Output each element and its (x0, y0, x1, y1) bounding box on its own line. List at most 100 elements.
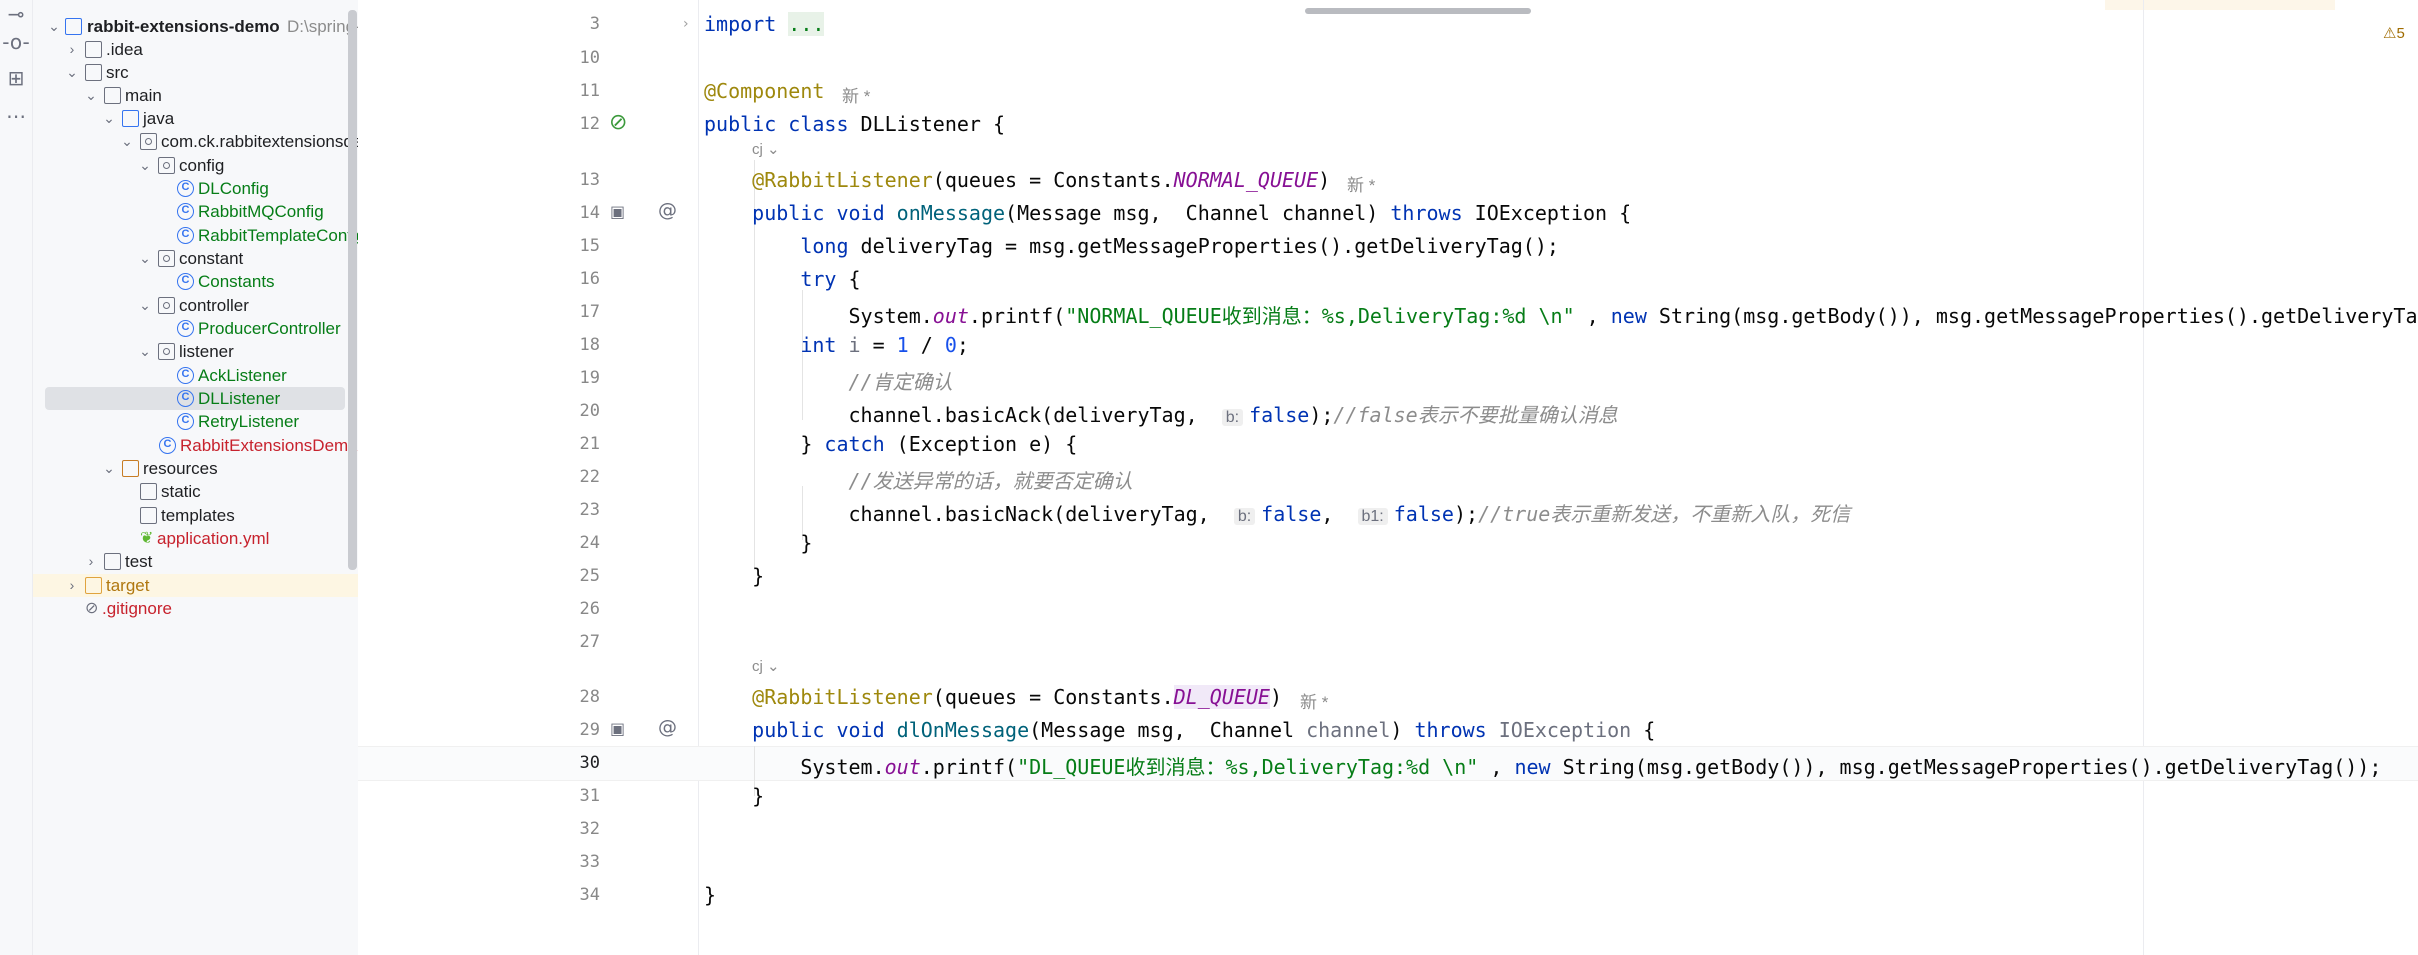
tree-item-application-class[interactable]: C RabbitExtensionsDemoApplicati (33, 434, 358, 457)
tree-item-producercontroller[interactable]: C ProducerController (33, 317, 358, 340)
rabbit-listener-icon[interactable]: ▣ (610, 719, 625, 738)
code-line-13[interactable]: @RabbitListener(queues = Constants.NORMA… (704, 168, 1330, 192)
line-number: 18 (579, 335, 600, 355)
chevron-down-icon[interactable]: ⌄ (138, 158, 152, 172)
folder-icon (140, 483, 157, 500)
line-number: 28 (579, 687, 600, 707)
line-number: 16 (579, 269, 600, 289)
horizontal-scrollbar[interactable] (1305, 8, 1531, 14)
warning-indicator[interactable]: ⚠5 (2383, 24, 2405, 42)
code-line-21[interactable]: } catch (Exception e) { (704, 432, 1077, 456)
tree-item-src[interactable]: ⌄ src (33, 61, 358, 84)
spring-bean-icon[interactable]: ⊘ (609, 110, 627, 135)
code-line-14[interactable]: public void onMessage(Message msg, Chann… (704, 201, 1631, 225)
notification-strip (2105, 0, 2335, 10)
excluded-folder-icon (85, 577, 102, 594)
line-number: 12 (579, 114, 600, 134)
chevron-down-icon[interactable]: ⌄ (84, 88, 98, 102)
code-editor[interactable] (358, 0, 2418, 955)
tree-item-retrylistener[interactable]: C RetryListener (33, 410, 358, 433)
author-hint: cj ⌄ (752, 141, 780, 158)
class-icon: C (177, 367, 194, 384)
code-line-22[interactable]: //发送异常的话，就要否定确认 (704, 465, 1133, 494)
code-line-30[interactable]: System.out.printf("DL_QUEUE收到消息：%s,Deliv… (704, 751, 2381, 780)
tree-item-test[interactable]: › test (33, 550, 358, 573)
line-number: 13 (579, 170, 600, 190)
tree-root[interactable]: ⌄ rabbit-extensions-demo D:\spring-proje… (33, 15, 358, 38)
tree-item-application-yml[interactable]: ❦ application.yml (33, 527, 358, 550)
tree-item-controller[interactable]: ⌄ controller (33, 294, 358, 317)
chevron-down-icon[interactable]: ⌄ (47, 19, 61, 33)
rabbit-listener-icon[interactable]: ▣ (610, 202, 625, 221)
package-icon (158, 250, 175, 267)
chevron-down-icon[interactable]: ⌄ (138, 298, 152, 312)
tree-item-listener[interactable]: ⌄ listener (33, 340, 358, 363)
project-name: rabbit-extensions-demo (87, 17, 280, 36)
tree-item-package[interactable]: ⌄ com.ck.rabbitextensionsdemo (33, 130, 358, 153)
commit-icon[interactable]: -o- (0, 30, 32, 54)
line-number: 15 (579, 236, 600, 256)
code-line-12[interactable]: public class DLListener { (704, 112, 1005, 136)
code-line-25[interactable]: } (704, 564, 764, 588)
tree-item-rabbittemplateconfig[interactable]: C RabbitTemplateConfig (33, 224, 358, 247)
code-line-17[interactable]: System.out.printf("NORMAL_QUEUE收到消息：%s,D… (704, 300, 2418, 329)
tree-item-acklistener[interactable]: C AckListener (33, 364, 358, 387)
at-icon[interactable]: @ (658, 716, 677, 738)
tree-item-constant[interactable]: ⌄ constant (33, 247, 358, 270)
class-icon: C (177, 413, 194, 430)
code-line-31[interactable]: } (704, 784, 764, 808)
tree-item-config[interactable]: ⌄ config (33, 154, 358, 177)
folder-icon (104, 87, 121, 104)
tree-item-idea[interactable]: › .idea (33, 38, 358, 61)
at-icon[interactable]: @ (658, 199, 677, 221)
code-line-19[interactable]: //肯定确认 (704, 366, 953, 395)
tree-item-main[interactable]: ⌄ main (33, 84, 358, 107)
tree-item-static[interactable]: static (33, 480, 358, 503)
code-line-20[interactable]: channel.basicAck(deliveryTag, b: false);/… (704, 399, 1617, 428)
code-line-11[interactable]: @Component (704, 79, 824, 103)
folder-icon (140, 507, 157, 524)
chevron-down-icon[interactable]: ⌄ (138, 344, 152, 358)
package-icon (158, 297, 175, 314)
tree-item-gitignore[interactable]: ⊘ .gitignore (33, 597, 358, 620)
code-line-23[interactable]: channel.basicNack(deliveryTag, b: false, … (704, 498, 1850, 527)
line-number: 31 (579, 786, 600, 806)
tree-item-dlconfig[interactable]: C DLConfig (33, 177, 358, 200)
tree-item-target[interactable]: › target (33, 574, 358, 597)
code-line-16[interactable]: try { (704, 267, 860, 291)
line-number: 22 (579, 467, 600, 487)
git-commit-icon[interactable]: ⊸ (0, 2, 32, 26)
chevron-right-icon[interactable]: › (84, 554, 98, 568)
more-icon[interactable]: ⋯ (0, 104, 32, 128)
class-icon: C (177, 320, 194, 337)
warning-icon: ⚠ (2383, 25, 2397, 42)
chevron-right-icon[interactable]: › (65, 578, 79, 592)
param-hint: b: (1233, 508, 1256, 525)
code-line-15[interactable]: long deliveryTag = msg.getMessagePropert… (704, 234, 1559, 258)
structure-icon[interactable]: ⊞ (0, 66, 32, 90)
code-line-34[interactable]: } (704, 883, 716, 907)
code-line-24[interactable]: } (704, 531, 812, 555)
chevron-down-icon[interactable]: ⌄ (120, 134, 134, 148)
chevron-down-icon[interactable]: ⌄ (65, 65, 79, 79)
chevron-down-icon[interactable]: ⌄ (138, 251, 152, 265)
folded-imports[interactable]: ... (788, 12, 825, 36)
author-hint: cj ⌄ (752, 658, 780, 675)
tree-item-resources[interactable]: ⌄ resources (33, 457, 358, 480)
chevron-right-icon[interactable]: › (65, 42, 79, 56)
tree-item-java[interactable]: ⌄ java (33, 107, 358, 130)
tree-item-dllistener[interactable]: C DLListener (45, 387, 345, 410)
tree-item-rabbitmqconfig[interactable]: C RabbitMQConfig (33, 200, 358, 223)
line-number: 32 (579, 819, 600, 839)
fold-icon[interactable]: › (683, 16, 689, 32)
code-line-29[interactable]: public void dlOnMessage(Message msg, Cha… (704, 718, 1655, 742)
activity-strip: ⊸ -o- ⊞ ⋯ (0, 0, 33, 955)
tree-scrollbar[interactable] (348, 10, 357, 570)
code-line-28[interactable]: @RabbitListener(queues = Constants.DL_QU… (704, 685, 1282, 709)
tree-item-constants[interactable]: C Constants (33, 270, 358, 293)
code-line-3[interactable]: import ... (704, 12, 825, 36)
chevron-down-icon[interactable]: ⌄ (102, 461, 116, 475)
chevron-down-icon[interactable]: ⌄ (102, 111, 116, 125)
tree-item-templates[interactable]: templates (33, 504, 358, 527)
code-line-18[interactable]: int i = 1 / 0; (704, 333, 969, 357)
